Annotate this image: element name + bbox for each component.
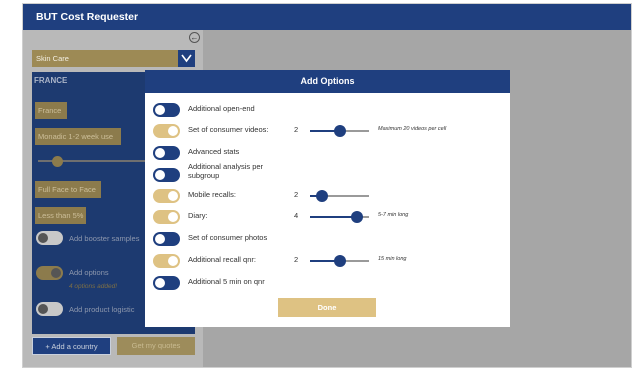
option-toggle[interactable] (153, 210, 180, 224)
slider-thumb[interactable] (351, 211, 364, 223)
option-label: Mobile recalls: (188, 190, 236, 199)
option-label: Additional analysis per subgroup (188, 162, 264, 180)
option-slider[interactable] (310, 211, 369, 223)
option-toggle[interactable] (153, 254, 180, 268)
option-value: 2 (294, 255, 299, 264)
option-label: Additional open-end (188, 104, 255, 113)
slider-thumb[interactable] (315, 190, 328, 202)
option-label: Diary: (188, 211, 208, 220)
get-quotes-button[interactable]: Get my quotes (117, 337, 195, 355)
option-row: Diary: 4 5-7 min long (153, 209, 503, 225)
toggle-knob (155, 170, 165, 180)
toggle-knob (155, 148, 165, 158)
collapse-icon[interactable]: ← (189, 32, 200, 43)
option-label: Additional recall qnr: (188, 255, 256, 264)
toggle-knob (168, 126, 178, 136)
incidence-field[interactable]: Less than 5% (35, 207, 86, 224)
option-row: Additional open-end (153, 102, 503, 118)
option-slider[interactable] (310, 190, 369, 202)
option-row: Set of consumer videos: 2 Maximum 20 vid… (153, 123, 503, 139)
booster-toggle[interactable] (36, 231, 63, 245)
option-row: Advanced stats (153, 145, 503, 161)
option-note: 15 min long (378, 256, 407, 262)
add-options-modal: Add Options Additional open-end Set of c… (145, 70, 510, 327)
logistic-label: Add product logistic (69, 305, 135, 314)
slider-thumb[interactable] (333, 125, 346, 137)
option-toggle[interactable] (153, 232, 180, 246)
option-label: Set of consumer videos: (188, 125, 269, 134)
toggle-knob (168, 212, 178, 222)
option-toggle[interactable] (153, 168, 180, 182)
option-row: Additional recall qnr: 2 15 min long (153, 253, 503, 269)
option-toggle[interactable] (153, 276, 180, 290)
toggle-knob (155, 278, 165, 288)
option-toggle[interactable] (153, 146, 180, 160)
option-toggle[interactable] (153, 124, 180, 138)
sample-slider-thumb[interactable] (52, 156, 63, 167)
option-note: Maximum 20 videos per cell (378, 126, 447, 132)
option-value: 4 (294, 211, 299, 220)
category-dropdown[interactable]: Skin Care (32, 50, 195, 67)
option-row: Set of consumer photos (153, 231, 503, 247)
toggle-knob (168, 191, 178, 201)
option-value: 2 (294, 125, 299, 134)
interview-mode-field[interactable]: Full Face to Face (35, 181, 101, 198)
option-slider[interactable] (310, 255, 369, 267)
add-options-toggle[interactable] (36, 266, 63, 280)
slider-fill (310, 216, 358, 218)
option-toggle[interactable] (153, 189, 180, 203)
country-title: FRANCE (34, 76, 68, 85)
toggle-knob (168, 256, 178, 266)
add-options-label: Add options (69, 268, 109, 277)
option-toggle[interactable] (153, 103, 180, 117)
app-title: BUT Cost Requester (23, 4, 631, 30)
option-row: Additional analysis per subgroup (153, 162, 503, 183)
slider-thumb[interactable] (333, 255, 346, 267)
option-label: Advanced stats (188, 147, 240, 156)
booster-label: Add booster samples (69, 234, 140, 243)
toggle-knob (155, 105, 165, 115)
toggle-knob (155, 234, 165, 244)
option-label: Set of consumer photos (188, 233, 268, 242)
modal-title: Add Options (145, 70, 510, 93)
option-slider[interactable] (310, 125, 369, 137)
options-added-note: 4 options added! (69, 283, 118, 290)
done-button[interactable]: Done (278, 298, 376, 317)
option-value: 2 (294, 190, 299, 199)
category-dropdown-value: Skin Care (36, 54, 69, 63)
logistic-toggle[interactable] (36, 302, 63, 316)
country-field[interactable]: France (35, 102, 67, 119)
option-row: Additional 5 min on qnr (153, 275, 503, 291)
option-label: Additional 5 min on qnr (188, 277, 265, 286)
option-row: Mobile recalls: 2 (153, 188, 503, 204)
chevron-down-icon[interactable] (178, 50, 195, 67)
add-country-button[interactable]: + Add a country (32, 337, 111, 355)
option-note: 5-7 min long (378, 212, 409, 218)
methodology-field[interactable]: Monadic 1-2 week use (35, 128, 121, 145)
